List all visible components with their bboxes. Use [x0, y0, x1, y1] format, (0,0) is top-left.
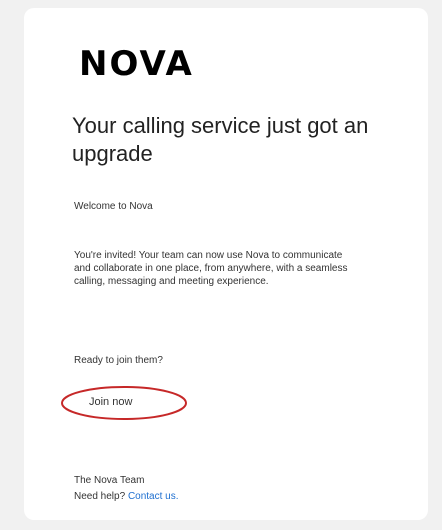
ready-prompt: Ready to join them? — [74, 355, 163, 366]
join-now-area: Join now — [59, 383, 189, 423]
invitation-paragraph: You're invited! Your team can now use No… — [74, 250, 348, 287]
welcome-text: Welcome to Nova — [74, 201, 153, 212]
join-now-button[interactable]: Join now — [89, 396, 132, 408]
email-card: NOVA Your calling service just got an up… — [24, 8, 428, 520]
headline: Your calling service just got an upgrade — [72, 113, 369, 166]
nova-logo: NOVA — [79, 44, 194, 84]
help-line: Need help? Contact us. — [74, 490, 179, 503]
signature: The Nova Team — [74, 475, 145, 486]
help-prefix: Need help? — [74, 491, 126, 502]
contact-us-link[interactable]: Contact us. — [128, 491, 179, 502]
